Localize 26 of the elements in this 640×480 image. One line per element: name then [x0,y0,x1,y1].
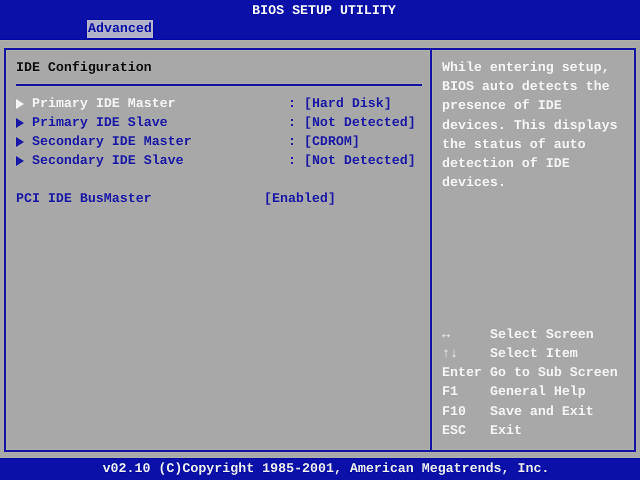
help-text: While entering setup, BIOS auto detects the presence of IDE devices. This displays the status of auto detection of IDE devices. [442,59,619,192]
menu-item[interactable]: Secondary IDE Slave [32,151,288,170]
menu-item[interactable]: PCI IDE BusMaster [16,189,264,208]
copyright-text: v02.10 (C)Copyright 1985-2001, American Megatrends, Inc. [102,461,550,476]
key-action: Select Screen [490,326,594,344]
section-title: IDE Configuration [16,59,153,77]
key-action: Select Item [490,344,578,363]
key-name: F10 [442,402,467,421]
menu-item[interactable]: Primary IDE Slave [32,113,288,132]
key-name: ↔ [442,326,451,344]
key-action: General Help [490,383,586,402]
item-value: : [CDROM] [288,133,360,151]
key-action: Save and Exit [490,402,594,421]
key-action: Go to Sub Screen [490,364,618,382]
window-title: BIOS SETUP UTILITY [251,2,397,20]
key-name: Enter [442,364,483,382]
key-name: F1 [442,383,459,402]
item-value: : [Hard Disk] [288,95,392,113]
item-value: : [Not Detected] [288,114,416,132]
key-action: Exit [490,422,522,440]
menu-item[interactable]: Secondary IDE Master [32,132,288,151]
item-value: : [Not Detected] [288,152,416,170]
item-value: [Enabled] [264,190,336,208]
menu-tab[interactable]: Advanced [87,20,153,38]
key-name: ↑↓ [442,344,459,363]
key-name: ESC [442,422,467,440]
